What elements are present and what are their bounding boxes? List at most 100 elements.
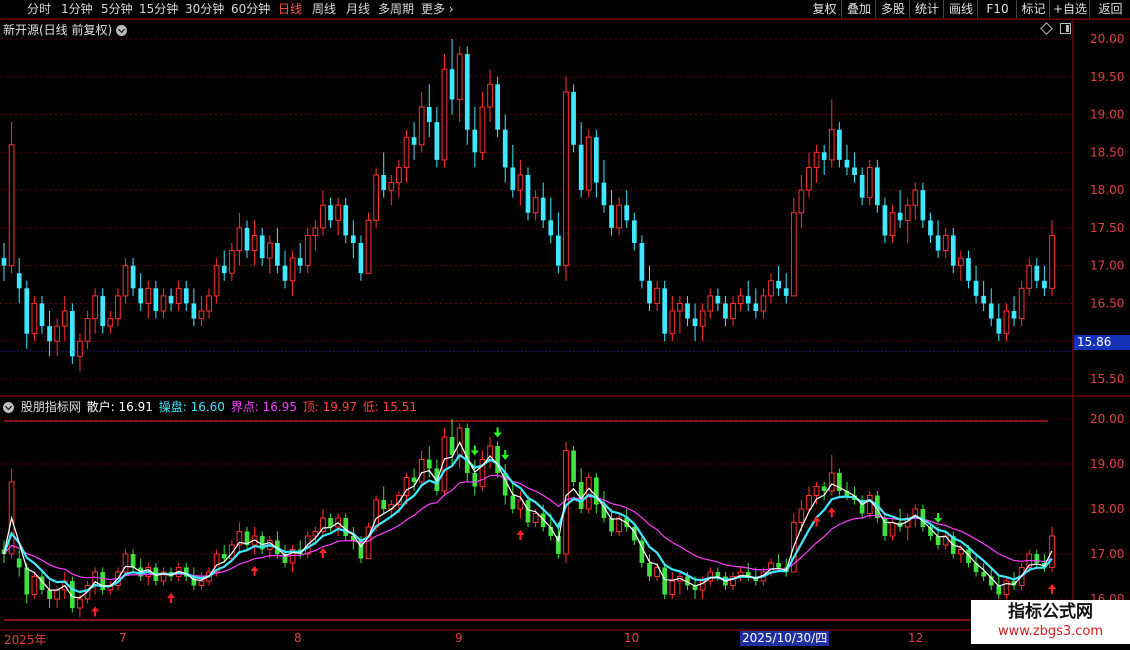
- main-candle: [647, 280, 652, 304]
- main-candle: [304, 234, 311, 267]
- sub-candle: [669, 580, 676, 595]
- main-candle: [859, 175, 865, 198]
- sub-candle: [585, 477, 592, 510]
- main-candle: [92, 295, 98, 320]
- main-candle: [479, 106, 486, 153]
- main-candle: [806, 166, 812, 191]
- main-candle: [213, 265, 220, 297]
- sub-candle: [776, 563, 781, 568]
- main-candle: [411, 137, 417, 145]
- sub-candle: [418, 459, 425, 483]
- main-candle: [548, 220, 554, 236]
- main-candle: [175, 287, 182, 304]
- buy-signal-arrow: [91, 606, 100, 617]
- main-candle: [852, 167, 857, 175]
- main-candle: [616, 204, 622, 229]
- main-candle: [601, 182, 607, 206]
- main-candle: [472, 129, 478, 153]
- date-label-3: 9: [455, 631, 463, 645]
- sub-candle: [609, 518, 614, 532]
- sell-signal-arrow: [934, 513, 943, 523]
- sub-candle: [662, 567, 668, 595]
- main-candle: [1049, 234, 1055, 289]
- sell-signal-arrow: [493, 427, 502, 438]
- main-candle: [138, 288, 144, 304]
- main-candle: [259, 235, 265, 259]
- main-price-label: 16.50: [1090, 296, 1124, 310]
- sub-candle: [510, 495, 516, 509]
- sub-candle: [54, 589, 61, 600]
- main-candle: [540, 197, 546, 221]
- main-price-label: 18.00: [1090, 183, 1124, 197]
- main-candle: [1011, 311, 1017, 319]
- main-candle: [662, 288, 668, 334]
- sub-candle: [381, 500, 387, 509]
- date-label-2: 8: [294, 631, 302, 645]
- buy-signal-arrow: [812, 516, 821, 527]
- main-candle: [335, 204, 341, 221]
- main-candle: [1026, 265, 1033, 289]
- main-candle: [593, 137, 599, 183]
- sub-candle: [647, 563, 652, 577]
- buy-signal-arrow: [1048, 584, 1056, 594]
- main-candle: [525, 175, 531, 213]
- main-candle: [928, 220, 933, 236]
- main-candle: [228, 250, 235, 274]
- main-candle: [312, 227, 319, 236]
- main-candle: [973, 280, 979, 296]
- sub-candle: [426, 459, 432, 469]
- main-candle: [115, 295, 121, 320]
- main-candle: [609, 205, 614, 228]
- main-candle: [434, 122, 440, 160]
- main-candle: [1042, 280, 1047, 289]
- buy-signal-arrow: [516, 530, 525, 540]
- main-candle: [130, 265, 136, 289]
- date-label-0: 2025年: [4, 633, 47, 647]
- main-candle: [828, 129, 835, 161]
- main-candle: [790, 212, 797, 297]
- sub-candle: [578, 482, 584, 509]
- main-price-label: 17.00: [1090, 259, 1124, 273]
- main-candle: [563, 91, 569, 267]
- main-price-label: 18.50: [1090, 145, 1124, 159]
- date-label-4: 10: [624, 631, 640, 645]
- main-candle: [585, 136, 592, 191]
- main-candle: [39, 303, 45, 327]
- main-candle: [844, 159, 850, 168]
- main-candle: [874, 167, 880, 206]
- main-candle: [244, 227, 250, 251]
- main-candle: [920, 190, 926, 221]
- main-candle: [866, 166, 873, 199]
- main-candle: [631, 220, 637, 243]
- main-candle: [685, 303, 690, 319]
- main-candle: [168, 295, 174, 304]
- main-candle: [47, 326, 52, 342]
- main-candle: [624, 205, 630, 221]
- sub-price-label: 17.00: [1090, 547, 1124, 561]
- main-candle: [502, 129, 508, 168]
- sub-candle: [798, 508, 805, 523]
- sub-candle: [1034, 554, 1040, 563]
- main-candle: [403, 136, 410, 168]
- sub-candle: [130, 554, 136, 568]
- kline-chart-area[interactable]: 20.00 19.50 19.00 18.50 18.00 17.50 17.00 16.50…: [0, 0, 1130, 650]
- main-candle: [571, 91, 576, 145]
- main-candle: [654, 287, 660, 304]
- main-candle: [882, 205, 888, 236]
- watermark-logo: 指标公式网 www.zbgs3.com: [971, 600, 1130, 644]
- main-candle: [297, 258, 303, 266]
- main-candle: [723, 303, 728, 319]
- sub-candle: [593, 477, 599, 505]
- main-candle: [753, 303, 759, 311]
- main-candle: [153, 288, 159, 311]
- main-candle: [510, 167, 516, 191]
- main-candle: [904, 204, 911, 221]
- main-candle: [935, 235, 941, 251]
- main-candle: [365, 219, 372, 274]
- sub-candle: [328, 518, 333, 527]
- main-candle: [266, 242, 273, 259]
- main-candle: [981, 295, 987, 304]
- main-candle: [1018, 287, 1025, 320]
- main-candle: [1, 258, 7, 266]
- main-candle: [275, 243, 280, 266]
